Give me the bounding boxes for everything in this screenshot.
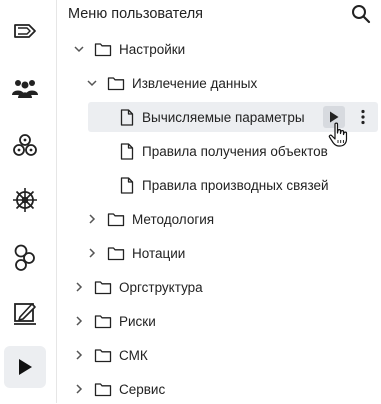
rail-helm-button[interactable]: [4, 179, 46, 221]
chevron-down-icon[interactable]: [85, 76, 99, 90]
rail-users-button[interactable]: [4, 67, 46, 109]
folder-icon: [94, 40, 112, 58]
chain-icon: [14, 244, 35, 271]
folder-icon: [94, 312, 112, 330]
users-icon: [12, 80, 38, 98]
tree-item-label: Вычисляемые параметры: [142, 109, 305, 125]
search-icon: [352, 5, 371, 24]
user-menu-panel: Меню пользователя Настройки Извлечение д…: [56, 0, 381, 403]
tree-item-pravila-proizvodnyh[interactable]: Правила производных связей: [56, 170, 381, 200]
chevron-right-icon[interactable]: [72, 382, 86, 396]
folder-icon: [94, 278, 112, 296]
helm-icon: [13, 188, 37, 212]
more-vertical-icon: [361, 109, 365, 125]
search-button[interactable]: [349, 2, 373, 26]
tree-item-label: Риски: [119, 313, 156, 329]
rail-play-button[interactable]: [4, 346, 46, 388]
panel-title: Меню пользователя: [68, 6, 204, 22]
tree-item-label: СМК: [119, 347, 148, 363]
folder-icon: [107, 74, 125, 92]
tree-item-riski[interactable]: Риски: [56, 306, 381, 336]
folder-icon: [94, 346, 112, 364]
chevron-right-icon[interactable]: [85, 246, 99, 260]
tree-item-nastroiki[interactable]: Настройки: [56, 34, 381, 64]
document-icon: [118, 176, 136, 194]
tree-item-label: Оргструктура: [119, 279, 203, 295]
left-rail: [0, 0, 57, 403]
rail-sign-button[interactable]: [4, 292, 46, 334]
rail-molecule-button[interactable]: [4, 124, 46, 166]
chevron-right-icon[interactable]: [72, 280, 86, 294]
tree-item-label: Правила получения объектов: [142, 143, 328, 159]
tree-item-orgstruktura[interactable]: Оргструктура: [56, 272, 381, 302]
document-icon: [118, 142, 136, 160]
tree-item-label: Сервис: [119, 381, 166, 397]
tree-item-smk[interactable]: СМК: [56, 340, 381, 370]
rail-tag-button[interactable]: [4, 10, 46, 52]
chevron-right-icon[interactable]: [72, 314, 86, 328]
document-icon: [118, 108, 136, 126]
folder-icon: [107, 210, 125, 228]
tree-item-label: Правила производных связей: [142, 177, 329, 193]
folder-icon: [107, 244, 125, 262]
tree-item-servis[interactable]: Сервис: [56, 374, 381, 404]
tree-item-label: Нотации: [132, 245, 186, 261]
tree-item-label: Извлечение данных: [132, 75, 258, 91]
pen-sign-icon: [14, 303, 36, 325]
tree-item-label: Методология: [132, 211, 215, 227]
hand-cursor-icon: [328, 122, 348, 147]
folder-icon: [94, 380, 112, 398]
play-icon: [19, 359, 32, 375]
chevron-right-icon[interactable]: [85, 212, 99, 226]
chevron-down-icon[interactable]: [72, 42, 86, 56]
tree-item-label: Настройки: [119, 41, 186, 57]
tree-item-metodologiya[interactable]: Методология: [56, 204, 381, 234]
chevron-right-icon[interactable]: [72, 348, 86, 362]
tag-icon: [14, 24, 36, 38]
molecule-icon: [13, 134, 37, 156]
rail-chain-button[interactable]: [4, 236, 46, 278]
tree-item-notacii[interactable]: Нотации: [56, 238, 381, 268]
more-options-button[interactable]: [356, 106, 370, 128]
tree-item-izvlechenie[interactable]: Извлечение данных: [56, 68, 381, 98]
